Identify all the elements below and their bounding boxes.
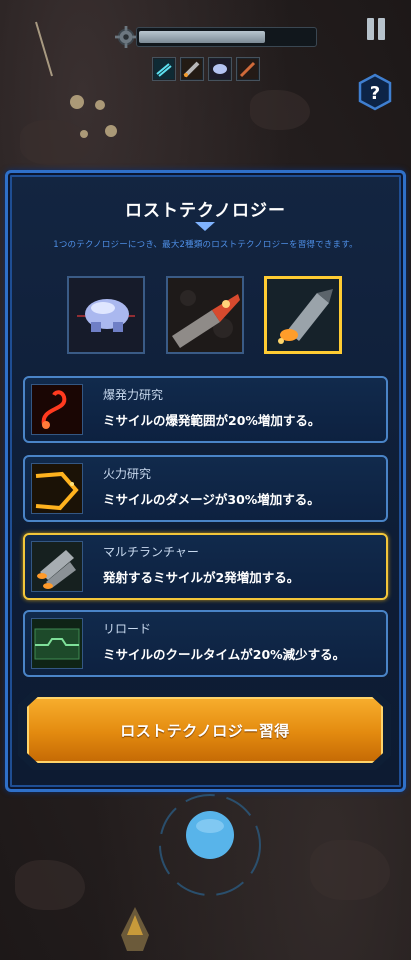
ice-skill-icon (154, 59, 174, 79)
drone-skill-icon (210, 59, 230, 79)
tech-row-firepower-research[interactable]: 火力研究 ミサイルのダメージが30%増加する。 (23, 455, 388, 522)
debris-cloud (95, 100, 105, 110)
row-icon-frame (31, 618, 83, 669)
row-name: 火力研究 (103, 467, 152, 481)
stage-progress-bar (136, 27, 317, 47)
explosion-icon (32, 385, 82, 434)
gear-icon[interactable] (115, 26, 137, 48)
debris-cloud (80, 130, 88, 138)
stage-progress-fill (139, 31, 265, 43)
chevron-down-icon (195, 222, 215, 231)
virtual-joystick[interactable] (155, 790, 265, 900)
row-name: 爆発力研究 (103, 388, 164, 402)
help-button[interactable]: ? (357, 73, 393, 111)
skill-slot-missile (180, 57, 204, 81)
row-description: ミサイルのクールタイムが20%減少する。 (103, 647, 346, 662)
panel-description: 1つのテクノロジーにつき、最大2種類のロストテクノロジーを習得できます。 (53, 240, 358, 250)
panel-title: ロストテクノロジー (125, 201, 286, 221)
row-description: ミサイルのダメージが30%増加する。 (103, 492, 320, 507)
pause-icon (367, 18, 374, 40)
player-ship-icon (121, 907, 149, 951)
pause-button[interactable] (365, 18, 387, 42)
laser-skill-icon (238, 59, 258, 79)
tech-row-multi-launcher[interactable]: マルチランチャー 発射するミサイルが2発増加する。 (23, 533, 388, 600)
acquire-lost-technology-button[interactable]: ロストテクノロジー習得 (27, 697, 383, 763)
row-name: マルチランチャー (103, 545, 199, 559)
row-icon-frame (31, 541, 83, 592)
missile-skill-icon (182, 59, 202, 79)
tech-row-explosion-research[interactable]: 爆発力研究 ミサイルの爆発範囲が20%増加する。 (23, 376, 388, 443)
background-rock (250, 90, 310, 130)
background-rock (15, 860, 85, 910)
firepower-icon (32, 464, 82, 513)
debris-cloud (70, 95, 84, 109)
reload-icon (32, 619, 82, 668)
row-icon-frame (31, 463, 83, 514)
tech-option-drone[interactable] (67, 276, 145, 354)
skill-slot-drone (208, 57, 232, 81)
row-name: リロード (103, 622, 152, 636)
row-description: ミサイルの爆発範囲が20%増加する。 (103, 413, 321, 428)
skill-slot-ice (152, 57, 176, 81)
background-rock (20, 120, 90, 165)
row-description: 発射するミサイルが2発増加する。 (103, 570, 300, 585)
svg-text:?: ? (370, 83, 380, 104)
drone-icon (69, 278, 143, 352)
streak-icon (35, 21, 53, 77)
gatling-icon (168, 278, 242, 352)
row-icon-frame (31, 384, 83, 435)
tech-option-missile[interactable] (264, 276, 342, 354)
missile-icon (267, 279, 339, 351)
tech-option-gatling[interactable] (166, 276, 244, 354)
multi-launcher-icon (32, 542, 82, 591)
tech-row-reload[interactable]: リロード ミサイルのクールタイムが20%減少する。 (23, 610, 388, 677)
pause-icon (378, 18, 385, 40)
debris-cloud (105, 125, 117, 137)
skill-slot-laser (236, 57, 260, 81)
